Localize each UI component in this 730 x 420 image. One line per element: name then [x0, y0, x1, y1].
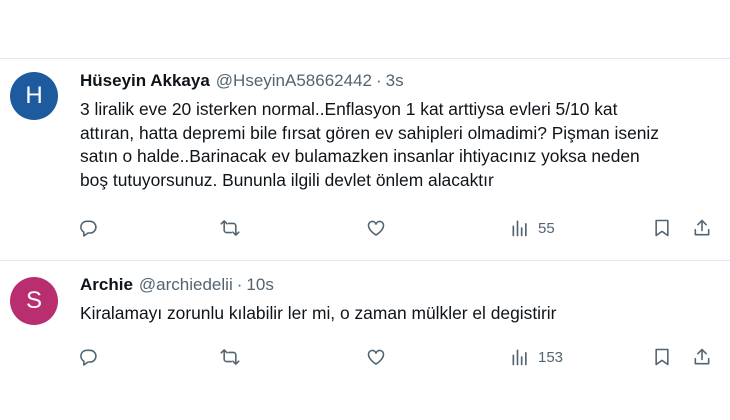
tweet-text: 3 liralik eve 20 isterken normal..Enflas…: [80, 98, 720, 192]
tweet-text-line: Kiralamayı zorunlu kılabilir ler mi, o z…: [80, 303, 557, 323]
share-icon: [694, 219, 710, 236]
bookmark-button[interactable]: [652, 216, 672, 240]
tweet-text: Kiralamayı zorunlu kılabilir ler mi, o z…: [80, 302, 720, 326]
tweet-header: Archie @archiedelii · 10s: [80, 274, 274, 296]
like-button[interactable]: [366, 345, 386, 369]
tweet[interactable]: S Archie @archiedelii · 10s Kiralamayı z…: [0, 262, 730, 372]
like-icon: [367, 349, 385, 365]
like-button[interactable]: [366, 216, 386, 240]
bookmark-icon: [655, 348, 669, 366]
views-button[interactable]: 153: [510, 345, 563, 369]
author-name[interactable]: Hüseyin Akkaya: [80, 71, 210, 91]
retweet-button[interactable]: [220, 216, 240, 240]
avatar[interactable]: H: [10, 72, 58, 120]
like-icon: [367, 220, 385, 236]
tweet-divider: [0, 260, 730, 261]
views-icon: [512, 220, 527, 237]
separator-dot: ·: [236, 275, 243, 294]
author-handle[interactable]: @archiedelii: [139, 275, 233, 295]
retweet-icon: [220, 349, 240, 365]
timestamp[interactable]: 10s: [246, 275, 273, 295]
retweet-button[interactable]: [220, 345, 240, 369]
retweet-icon: [220, 220, 240, 236]
action-bar: 153: [78, 345, 718, 369]
reply-icon: [80, 220, 97, 237]
tweet-text-line: boş tutuyorsunuz. Bununla ilgili devlet …: [80, 169, 494, 190]
share-icon: [694, 348, 710, 365]
avatar[interactable]: S: [10, 277, 58, 325]
views-count: 153: [538, 348, 564, 366]
bookmark-icon: [655, 219, 669, 237]
views-count: 55: [538, 219, 555, 237]
tweet[interactable]: H Hüseyin Akkaya @HseyinA58662442 · 3s 3…: [0, 58, 730, 250]
share-button[interactable]: [692, 216, 712, 240]
separator-dot: ·: [375, 71, 382, 90]
views-button[interactable]: 55: [510, 216, 555, 240]
action-bar: 55: [78, 216, 718, 240]
reply-button[interactable]: [78, 216, 98, 240]
tweet-text-line: attıran, hatta depremi bile fırsat gören…: [80, 122, 659, 143]
reply-icon: [80, 349, 97, 366]
reply-button[interactable]: [78, 345, 98, 369]
bookmark-button[interactable]: [652, 345, 672, 369]
views-icon: [512, 349, 527, 366]
author-handle[interactable]: @HseyinA58662442: [216, 71, 372, 91]
timestamp[interactable]: 3s: [386, 71, 404, 91]
tweet-text-line: 3 liralik eve 20 isterken normal..Enflas…: [80, 99, 618, 119]
share-button[interactable]: [692, 345, 712, 369]
tweet-text-line: satın o halde..Barinacak ev bulamazken i…: [80, 146, 640, 166]
author-name[interactable]: Archie: [80, 275, 133, 295]
tweet-header: Hüseyin Akkaya @HseyinA58662442 · 3s: [80, 70, 404, 92]
